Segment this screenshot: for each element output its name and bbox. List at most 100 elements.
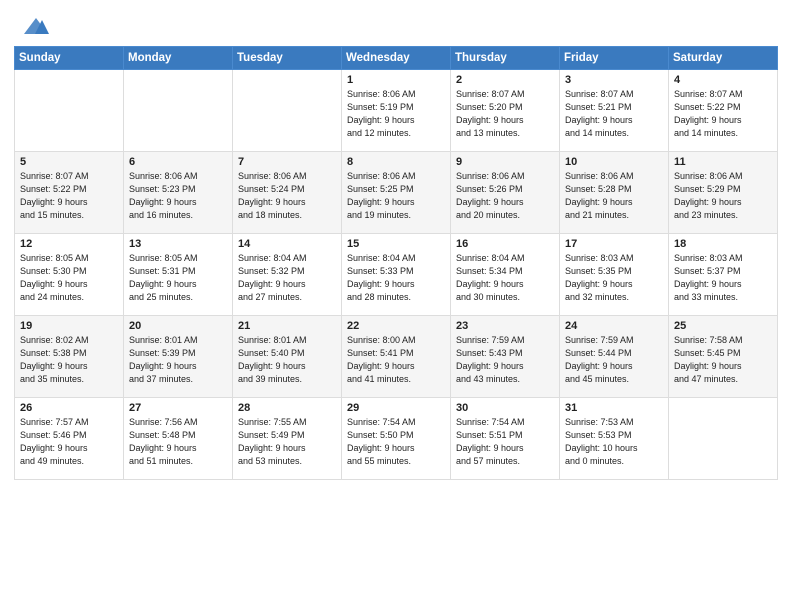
day-number: 5 bbox=[20, 156, 118, 168]
day-number: 28 bbox=[238, 402, 336, 414]
weekday-header-thursday: Thursday bbox=[451, 47, 560, 70]
calendar-cell bbox=[669, 398, 778, 480]
calendar-cell: 4 Sunrise: 8:07 AM Sunset: 5:22 PM Daylig… bbox=[669, 70, 778, 152]
calendar-cell: 10 Sunrise: 8:06 AM Sunset: 5:28 PM Dayli… bbox=[560, 152, 669, 234]
week-row-1: 1 Sunrise: 8:06 AM Sunset: 5:19 PM Daylig… bbox=[15, 70, 778, 152]
weekday-header-friday: Friday bbox=[560, 47, 669, 70]
calendar-cell: 21 Sunrise: 8:01 AM Sunset: 5:40 PM Dayli… bbox=[233, 316, 342, 398]
calendar-cell: 7Sunrise: 8:06 AM Sunset: 5:24 PM Daylig… bbox=[233, 152, 342, 234]
day-info: Sunrise: 8:06 AM Sunset: 5:26 PM Dayligh… bbox=[456, 170, 554, 222]
day-info: Sunrise: 8:00 AM Sunset: 5:41 PM Dayligh… bbox=[347, 334, 445, 386]
calendar-cell: 15 Sunrise: 8:04 AM Sunset: 5:33 PM Dayli… bbox=[342, 234, 451, 316]
day-number: 18 bbox=[674, 238, 772, 250]
day-info: Sunrise: 8:02 AM Sunset: 5:38 PM Dayligh… bbox=[20, 334, 118, 386]
day-number: 26 bbox=[20, 402, 118, 414]
day-number: 21 bbox=[238, 320, 336, 332]
day-number: 14 bbox=[238, 238, 336, 250]
calendar-cell bbox=[233, 70, 342, 152]
calendar-cell: 12 Sunrise: 8:05 AM Sunset: 5:30 PM Dayli… bbox=[15, 234, 124, 316]
day-info: Sunrise: 8:01 AM Sunset: 5:40 PM Dayligh… bbox=[238, 334, 336, 386]
week-row-4: 19 Sunrise: 8:02 AM Sunset: 5:38 PM Dayli… bbox=[15, 316, 778, 398]
day-info: Sunrise: 7:55 AM Sunset: 5:49 PM Dayligh… bbox=[238, 416, 336, 468]
day-number: 20 bbox=[129, 320, 227, 332]
day-number: 2 bbox=[456, 74, 554, 86]
day-number: 30 bbox=[456, 402, 554, 414]
day-number: 3 bbox=[565, 74, 663, 86]
day-info: Sunrise: 8:06 AM Sunset: 5:23 PM Dayligh… bbox=[129, 170, 227, 222]
day-number: 4 bbox=[674, 74, 772, 86]
day-number: 16 bbox=[456, 238, 554, 250]
week-row-5: 26 Sunrise: 7:57 AM Sunset: 5:46 PM Dayli… bbox=[15, 398, 778, 480]
calendar-cell: 27 Sunrise: 7:56 AM Sunset: 5:48 PM Dayli… bbox=[124, 398, 233, 480]
day-info: Sunrise: 7:59 AM Sunset: 5:44 PM Dayligh… bbox=[565, 334, 663, 386]
day-number: 10 bbox=[565, 156, 663, 168]
day-number: 9 bbox=[456, 156, 554, 168]
day-number: 15 bbox=[347, 238, 445, 250]
calendar-cell: 3 Sunrise: 8:07 AM Sunset: 5:21 PM Daylig… bbox=[560, 70, 669, 152]
day-info: Sunrise: 8:06 AM Sunset: 5:28 PM Dayligh… bbox=[565, 170, 663, 222]
calendar-cell: 17 Sunrise: 8:03 AM Sunset: 5:35 PM Dayli… bbox=[560, 234, 669, 316]
weekday-header-tuesday: Tuesday bbox=[233, 47, 342, 70]
calendar-cell: 2 Sunrise: 8:07 AM Sunset: 5:20 PM Daylig… bbox=[451, 70, 560, 152]
calendar-cell: 16 Sunrise: 8:04 AM Sunset: 5:34 PM Dayli… bbox=[451, 234, 560, 316]
calendar-cell: 18 Sunrise: 8:03 AM Sunset: 5:37 PM Dayli… bbox=[669, 234, 778, 316]
logo-icon bbox=[22, 16, 50, 38]
day-number: 12 bbox=[20, 238, 118, 250]
day-info: Sunrise: 8:04 AM Sunset: 5:32 PM Dayligh… bbox=[238, 252, 336, 304]
day-info: Sunrise: 7:56 AM Sunset: 5:48 PM Dayligh… bbox=[129, 416, 227, 468]
day-info: Sunrise: 8:06 AM Sunset: 5:25 PM Dayligh… bbox=[347, 170, 445, 222]
calendar-cell: 26 Sunrise: 7:57 AM Sunset: 5:46 PM Dayli… bbox=[15, 398, 124, 480]
calendar-cell: 24 Sunrise: 7:59 AM Sunset: 5:44 PM Dayli… bbox=[560, 316, 669, 398]
day-info: Sunrise: 7:57 AM Sunset: 5:46 PM Dayligh… bbox=[20, 416, 118, 468]
page: SundayMondayTuesdayWednesdayThursdayFrid… bbox=[0, 0, 792, 612]
day-number: 19 bbox=[20, 320, 118, 332]
day-info: Sunrise: 7:58 AM Sunset: 5:45 PM Dayligh… bbox=[674, 334, 772, 386]
day-info: Sunrise: 8:01 AM Sunset: 5:39 PM Dayligh… bbox=[129, 334, 227, 386]
day-info: Sunrise: 8:07 AM Sunset: 5:20 PM Dayligh… bbox=[456, 88, 554, 140]
day-info: Sunrise: 8:04 AM Sunset: 5:33 PM Dayligh… bbox=[347, 252, 445, 304]
calendar-cell: 31 Sunrise: 7:53 AM Sunset: 5:53 PM Dayli… bbox=[560, 398, 669, 480]
day-number: 31 bbox=[565, 402, 663, 414]
weekday-header-row: SundayMondayTuesdayWednesdayThursdayFrid… bbox=[15, 47, 778, 70]
calendar-cell bbox=[124, 70, 233, 152]
day-info: Sunrise: 7:53 AM Sunset: 5:53 PM Dayligh… bbox=[565, 416, 663, 468]
day-info: Sunrise: 8:03 AM Sunset: 5:35 PM Dayligh… bbox=[565, 252, 663, 304]
logo bbox=[20, 16, 50, 34]
calendar-cell: 19 Sunrise: 8:02 AM Sunset: 5:38 PM Dayli… bbox=[15, 316, 124, 398]
calendar-cell: 30 Sunrise: 7:54 AM Sunset: 5:51 PM Dayli… bbox=[451, 398, 560, 480]
day-number: 1 bbox=[347, 74, 445, 86]
day-info: Sunrise: 8:06 AM Sunset: 5:19 PM Dayligh… bbox=[347, 88, 445, 140]
day-number: 13 bbox=[129, 238, 227, 250]
calendar-cell: 9 Sunrise: 8:06 AM Sunset: 5:26 PM Daylig… bbox=[451, 152, 560, 234]
calendar-cell: 13 Sunrise: 8:05 AM Sunset: 5:31 PM Dayli… bbox=[124, 234, 233, 316]
day-info: Sunrise: 8:05 AM Sunset: 5:30 PM Dayligh… bbox=[20, 252, 118, 304]
calendar-cell: 23Sunrise: 7:59 AM Sunset: 5:43 PM Dayli… bbox=[451, 316, 560, 398]
day-number: 8 bbox=[347, 156, 445, 168]
calendar-cell: 20 Sunrise: 8:01 AM Sunset: 5:39 PM Dayli… bbox=[124, 316, 233, 398]
week-row-3: 12 Sunrise: 8:05 AM Sunset: 5:30 PM Dayli… bbox=[15, 234, 778, 316]
calendar-cell: 22 Sunrise: 8:00 AM Sunset: 5:41 PM Dayli… bbox=[342, 316, 451, 398]
calendar-cell: 11Sunrise: 8:06 AM Sunset: 5:29 PM Dayli… bbox=[669, 152, 778, 234]
calendar-cell: 25 Sunrise: 7:58 AM Sunset: 5:45 PM Dayli… bbox=[669, 316, 778, 398]
calendar-cell: 28 Sunrise: 7:55 AM Sunset: 5:49 PM Dayli… bbox=[233, 398, 342, 480]
weekday-header-sunday: Sunday bbox=[15, 47, 124, 70]
calendar-cell: 5Sunrise: 8:07 AM Sunset: 5:22 PM Daylig… bbox=[15, 152, 124, 234]
weekday-header-monday: Monday bbox=[124, 47, 233, 70]
day-number: 24 bbox=[565, 320, 663, 332]
day-info: Sunrise: 7:54 AM Sunset: 5:51 PM Dayligh… bbox=[456, 416, 554, 468]
day-number: 22 bbox=[347, 320, 445, 332]
header bbox=[0, 0, 792, 42]
day-info: Sunrise: 8:04 AM Sunset: 5:34 PM Dayligh… bbox=[456, 252, 554, 304]
day-info: Sunrise: 8:05 AM Sunset: 5:31 PM Dayligh… bbox=[129, 252, 227, 304]
day-number: 27 bbox=[129, 402, 227, 414]
day-info: Sunrise: 8:07 AM Sunset: 5:22 PM Dayligh… bbox=[674, 88, 772, 140]
calendar-table: SundayMondayTuesdayWednesdayThursdayFrid… bbox=[14, 46, 778, 480]
day-number: 25 bbox=[674, 320, 772, 332]
day-info: Sunrise: 8:03 AM Sunset: 5:37 PM Dayligh… bbox=[674, 252, 772, 304]
calendar-cell bbox=[15, 70, 124, 152]
day-info: Sunrise: 7:59 AM Sunset: 5:43 PM Dayligh… bbox=[456, 334, 554, 386]
day-number: 17 bbox=[565, 238, 663, 250]
day-info: Sunrise: 8:07 AM Sunset: 5:21 PM Dayligh… bbox=[565, 88, 663, 140]
day-info: Sunrise: 7:54 AM Sunset: 5:50 PM Dayligh… bbox=[347, 416, 445, 468]
day-number: 29 bbox=[347, 402, 445, 414]
